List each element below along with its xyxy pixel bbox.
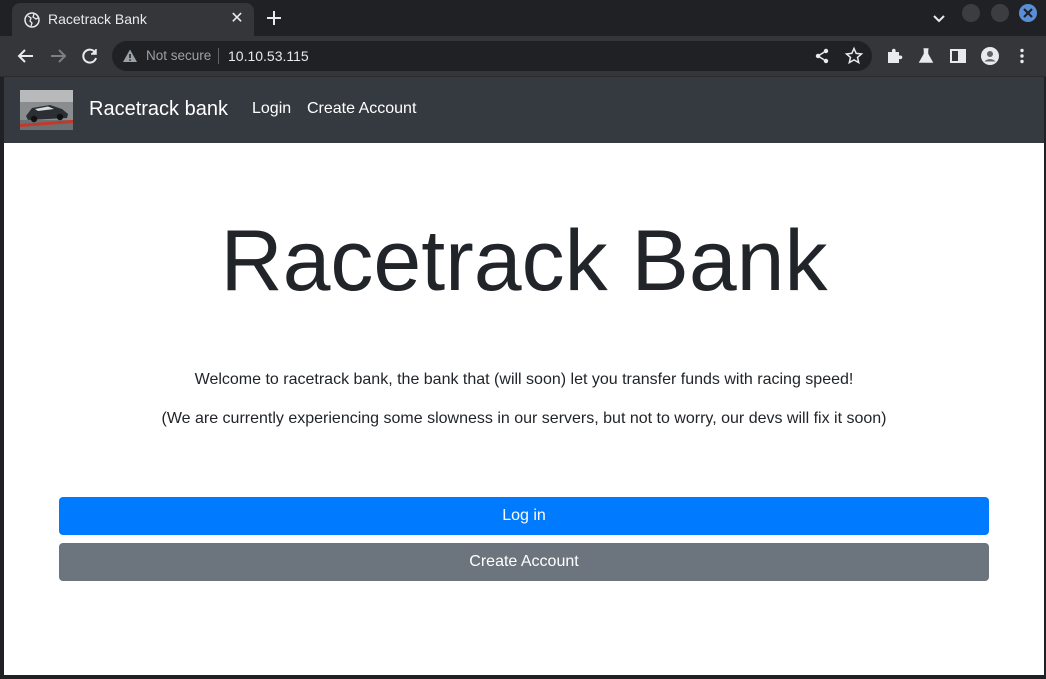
address-bar[interactable]: Not secure 10.10.53.115 xyxy=(112,41,872,71)
notice-text: (We are currently experiencing some slow… xyxy=(161,410,887,427)
security-label[interactable]: Not secure xyxy=(146,48,211,63)
nav-login-link[interactable]: Login xyxy=(252,100,291,118)
profile-avatar-icon[interactable] xyxy=(980,46,1000,66)
brand-logo-car-image[interactable] xyxy=(20,90,73,130)
reload-icon[interactable] xyxy=(80,46,100,66)
side-panel-icon[interactable] xyxy=(948,46,968,66)
minimize-button[interactable] xyxy=(962,4,980,22)
site-brand[interactable]: Racetrack bank xyxy=(89,98,228,121)
login-button[interactable]: Log in xyxy=(59,497,989,535)
kebab-menu-icon[interactable] xyxy=(1012,46,1032,66)
browser-toolbar: Not secure 10.10.53.115 xyxy=(0,36,1046,77)
nav-create-account-link[interactable]: Create Account xyxy=(307,100,416,118)
warning-icon[interactable] xyxy=(122,48,138,64)
create-account-button[interactable]: Create Account xyxy=(59,543,989,581)
window-close-button[interactable] xyxy=(1019,4,1037,22)
star-icon[interactable] xyxy=(844,46,864,66)
share-icon[interactable] xyxy=(812,46,832,66)
tab-title: Racetrack Bank xyxy=(48,11,147,27)
flask-icon[interactable] xyxy=(916,46,936,66)
tab-close-icon[interactable]: ✕ xyxy=(228,10,246,28)
back-arrow-icon[interactable] xyxy=(16,46,36,66)
extensions-puzzle-icon[interactable] xyxy=(884,46,904,66)
omnibox-divider xyxy=(218,48,219,64)
globe-icon xyxy=(24,12,40,28)
site-navbar: Racetrack bank Login Create Account xyxy=(4,77,1044,143)
hero-title: Racetrack Bank xyxy=(220,213,828,309)
new-tab-icon[interactable] xyxy=(264,8,284,28)
page-viewport: Racetrack bank Login Create Account Race… xyxy=(4,77,1044,675)
tab-strip: Racetrack Bank ✕ xyxy=(0,0,1046,36)
chevron-down-icon[interactable] xyxy=(931,10,947,26)
welcome-text: Welcome to racetrack bank, the bank that… xyxy=(194,371,854,388)
close-icon xyxy=(1023,8,1033,18)
forward-arrow-icon[interactable] xyxy=(48,46,68,66)
browser-tab[interactable]: Racetrack Bank ✕ xyxy=(12,3,254,36)
maximize-button[interactable] xyxy=(991,4,1009,22)
url-text[interactable]: 10.10.53.115 xyxy=(228,48,309,64)
